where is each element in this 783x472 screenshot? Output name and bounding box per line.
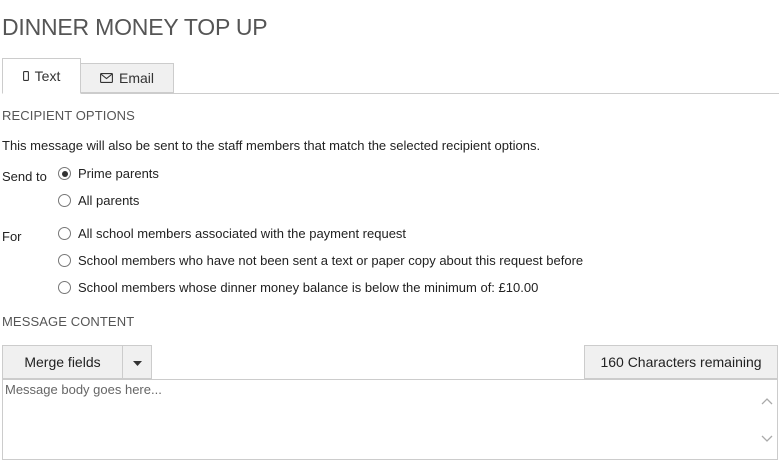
tab-email[interactable]: Email — [81, 63, 174, 93]
radio-button[interactable] — [58, 227, 71, 240]
radio-button[interactable] — [58, 281, 71, 294]
scroll-up-icon[interactable] — [761, 396, 773, 406]
tab-text[interactable]: Text — [2, 58, 81, 94]
radio-button-checked[interactable] — [58, 167, 71, 180]
merge-fields-dropdown-button[interactable] — [123, 345, 152, 379]
for-label: For — [2, 229, 22, 244]
radio-label: Prime parents — [78, 166, 159, 181]
radio-not-sent-before[interactable]: School members who have not been sent a … — [58, 253, 583, 268]
radio-prime-parents[interactable]: Prime parents — [58, 166, 159, 181]
radio-label: School members who have not been sent a … — [78, 253, 584, 268]
radio-button[interactable] — [58, 254, 71, 267]
tab-text-label: Text — [34, 68, 61, 84]
radio-label: All school members associated with the p… — [78, 226, 407, 241]
characters-remaining-counter: 160 Characters remaining — [584, 345, 778, 379]
envelope-icon — [100, 73, 113, 83]
scroll-down-icon[interactable] — [761, 433, 773, 443]
recipient-options-heading: RECIPIENT OPTIONS — [2, 108, 135, 123]
tabs-divider — [2, 93, 779, 94]
message-type-tabs: Text Email — [2, 58, 779, 94]
radio-all-school-members[interactable]: All school members associated with the p… — [58, 226, 406, 241]
radio-button[interactable] — [58, 194, 71, 207]
page-title: DINNER MONEY TOP UP — [2, 14, 268, 40]
send-to-label: Send to — [2, 169, 47, 184]
message-content-heading: MESSAGE CONTENT — [2, 314, 135, 329]
recipient-info-text: This message will also be sent to the st… — [2, 138, 541, 153]
caret-down-icon — [132, 353, 142, 371]
radio-all-parents[interactable]: All parents — [58, 193, 139, 208]
message-body-scrollbar[interactable] — [757, 380, 777, 459]
message-body-input[interactable] — [3, 380, 755, 459]
message-toolbar: Merge fields 160 Characters remaining — [2, 345, 778, 379]
radio-balance-below-minimum[interactable]: School members whose dinner money balanc… — [58, 280, 538, 295]
tab-email-label: Email — [118, 70, 154, 86]
radio-label: All parents — [78, 193, 140, 208]
radio-label: School members whose dinner money balanc… — [78, 280, 539, 295]
merge-fields-button[interactable]: Merge fields — [2, 345, 123, 379]
mobile-phone-icon — [22, 71, 29, 81]
message-body-container — [2, 379, 778, 460]
